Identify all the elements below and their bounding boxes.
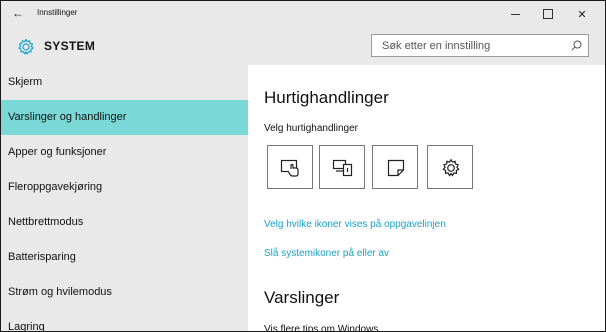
page-header: SYSTEM Søk etter en innstilling [1,27,605,65]
back-arrow-icon: ← [12,6,24,20]
windows-tips-label: Vis flere tips om Windows [264,324,379,332]
quick-actions-heading: Hurtighandlinger [264,88,389,107]
sidebar-item-skjerm[interactable]: Skjerm [1,65,248,100]
search-placeholder: Søk etter en innstilling [382,40,491,52]
back-button[interactable]: ← [9,4,27,22]
project-icon [332,159,353,177]
quick-action-note[interactable] [372,145,418,189]
sidebar-item-label: Varslinger og handlinger [8,111,127,123]
sidebar: Skjerm Varslinger og handlinger Apper og… [1,65,248,332]
system-icons-link[interactable]: Slå systemikoner på eller av [264,248,389,259]
sidebar-item-strom[interactable]: Strøm og hvilemodus [1,275,248,310]
sidebar-item-apper[interactable]: Apper og funksjoner [1,135,248,170]
settings-gear-icon [442,158,460,177]
tablet-mode-icon [280,159,299,177]
sidebar-item-label: Fleroppgavekjøring [8,181,103,193]
sidebar-item-label: Batterisparing [8,251,76,263]
sidebar-item-lagring[interactable]: Lagring [1,310,248,332]
sidebar-item-batteri[interactable]: Batterisparing [1,240,248,275]
close-button[interactable]: ✕ [562,3,602,25]
minimize-icon [510,13,520,15]
search-icon [571,40,582,51]
window-title: Innstillinger [37,8,78,17]
maximize-icon [543,9,553,19]
settings-window: ← Innstillinger ✕ SYSTEM Søk etter en in… [0,0,606,332]
sidebar-item-label: Apper og funksjoner [8,146,107,158]
sidebar-item-fleroppgave[interactable]: Fleroppgavekjøring [1,170,248,205]
sidebar-item-varslinger[interactable]: Varslinger og handlinger [1,100,248,135]
gear-icon [18,38,34,55]
main-content: Hurtighandlinger Velg hurtighandlinger V… [248,65,605,332]
quick-action-project[interactable] [319,145,365,189]
sidebar-item-label: Lagring [8,321,45,332]
title-bar: ← Innstillinger ✕ [1,1,605,27]
quick-action-settings[interactable] [427,145,473,189]
note-icon [387,159,405,177]
search-input[interactable]: Søk etter en innstilling [371,34,589,57]
quick-action-tablet-mode[interactable] [267,145,313,189]
sidebar-item-label: Strøm og hvilemodus [8,286,112,298]
taskbar-icons-link[interactable]: Velg hvilke ikoner vises på oppgavelinje… [264,219,446,230]
notifications-heading: Varslinger [264,288,340,307]
sidebar-item-label: Skjerm [8,76,43,88]
sidebar-item-nettbrett[interactable]: Nettbrettmodus [1,205,248,240]
sidebar-item-label: Nettbrettmodus [8,216,84,228]
page-title: SYSTEM [44,39,96,53]
quick-actions-subtitle: Velg hurtighandlinger [264,123,358,134]
close-icon: ✕ [577,8,587,21]
